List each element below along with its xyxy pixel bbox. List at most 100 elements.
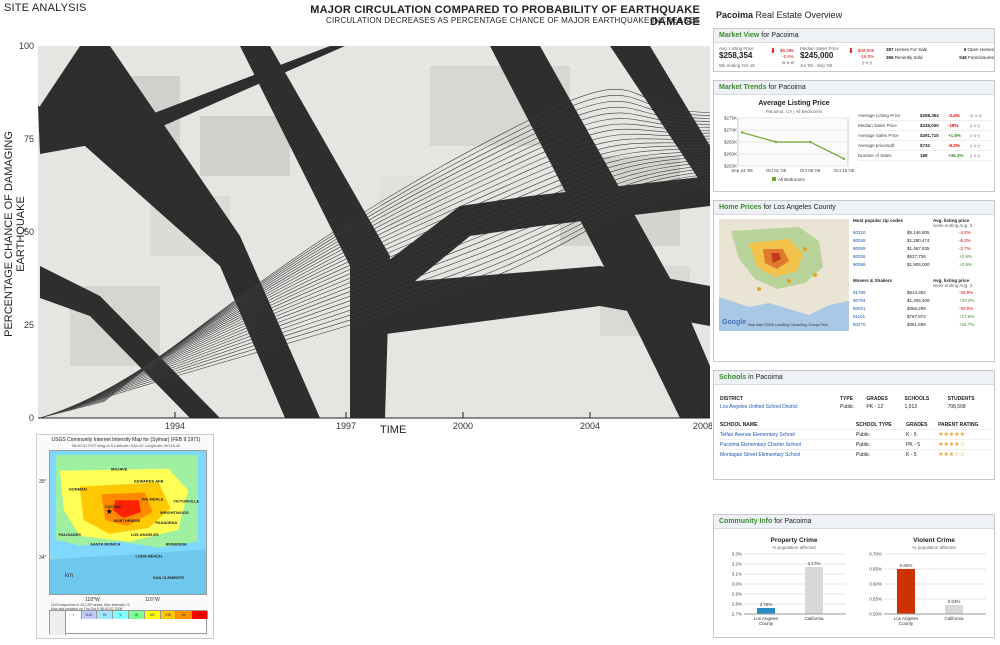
trend-stat-row: Average Sales Price $291,715 +1.8% y-o-y	[858, 131, 992, 141]
zip-link[interactable]: 90210	[853, 230, 907, 235]
zip-link[interactable]: 90069	[853, 262, 907, 267]
movers-list: 91759 $613,352 -25.9% 90704 $1,405,409 +20.3%…	[853, 288, 993, 328]
trend-stat-period: y-o-y	[970, 143, 980, 148]
trend-point[interactable]	[740, 131, 744, 134]
avg-listing-period: Wk ending Oct 15	[719, 63, 755, 68]
legend-level-cell: VI	[129, 611, 145, 619]
trend-stat-change: +36.3%	[948, 153, 964, 158]
school-table: SCHOOL NAME SCHOOL TYPE GRADES PARENT RA…	[718, 421, 992, 459]
x-tick-label: 2008	[693, 421, 712, 431]
map-place-label: SAN CLEMENTE	[153, 575, 184, 580]
trend-stat-change: +1.8%	[948, 133, 961, 138]
school-link[interactable]: Montague Street Elementary School	[718, 450, 854, 460]
zip-price: $627,736	[907, 253, 926, 259]
trend-stat-value: $291,715	[920, 133, 939, 138]
trend-point[interactable]	[842, 157, 846, 160]
x-tick-label: 2004	[580, 421, 600, 431]
crime-bar[interactable]	[897, 569, 915, 614]
market-trends-heading[interactable]: Market Trends	[719, 84, 766, 91]
zip-change: +2.6%	[959, 261, 972, 267]
zip-link[interactable]: 90049	[853, 238, 907, 243]
zip-row: 90210 $5,146,805 -4.2%	[853, 228, 993, 236]
zip-change: +2.8%	[959, 253, 972, 259]
trend-stat-change: -2.4%	[948, 113, 960, 118]
home-prices-heading[interactable]: Home Prices	[719, 204, 761, 211]
open-homes-stat[interactable]: 6 Open Homes	[964, 47, 994, 52]
schools-panel: Schools in Pacoima DISTRICT TYPE GRADES …	[713, 370, 995, 480]
legend-level-cell: VIII	[160, 611, 177, 619]
trend-y-tick: $270K	[724, 128, 737, 133]
zip-price: $1,467,835	[907, 245, 930, 251]
school-type: Public	[856, 431, 870, 438]
crime-bar[interactable]	[805, 567, 823, 614]
col-school-type: SCHOOL TYPE	[856, 422, 892, 428]
market-view-heading[interactable]: Market View	[719, 32, 759, 39]
zip-link[interactable]: 90021	[853, 306, 907, 311]
zip-link[interactable]: 90026	[853, 254, 907, 259]
trend-stat-value: $732	[920, 143, 931, 148]
community-heading[interactable]: Community Info	[719, 518, 772, 525]
zip-link[interactable]: 91759	[853, 290, 907, 295]
zip-change: -20.0%	[959, 305, 974, 311]
x-tick-label: 1997	[336, 421, 356, 431]
home-prices-panel: Home Prices for Los Angeles County Googl…	[713, 200, 995, 362]
school-link[interactable]: Telfair Avenue Elementary School	[718, 430, 854, 440]
market-view-panel: Market View for Pacoima Avg. Listing Pri…	[713, 28, 995, 72]
median-sales-value: $245,000	[800, 51, 834, 60]
school-type: Public	[856, 451, 870, 458]
bar-y-tick: 0.70%	[869, 552, 882, 557]
zip-link[interactable]: 90270	[853, 322, 907, 327]
map-place-label: MOJAVE	[111, 467, 128, 472]
school-link[interactable]: Pacoima Elementary Charter School	[718, 440, 854, 450]
foreclosures-stat[interactable]: 548 Foreclosures	[959, 55, 994, 60]
trend-stats-list: Average Listing Price $258,354 -2.4% w-o-w M…	[858, 111, 992, 161]
county-price-map[interactable]	[719, 219, 849, 331]
x-tick-label: 2000	[453, 421, 473, 431]
legend-swatch	[772, 177, 776, 181]
legend-level-cell: IX	[176, 611, 193, 619]
avg-price-period: week ending Aug. 3	[933, 283, 973, 288]
zip-row: 91759 $613,352 -25.9%	[853, 288, 993, 296]
trend-stat-change: -5.3%	[948, 143, 960, 148]
lon-label-116: 116°W	[145, 597, 160, 603]
epicenter-star-icon: ★	[106, 507, 113, 516]
bar-y-tick: 2.9%	[732, 592, 742, 597]
real-estate-title-rest: Real Estate Overview	[753, 10, 843, 20]
schools-header: Schools in Pacoima	[714, 371, 994, 385]
schools-heading[interactable]: Schools	[719, 374, 746, 381]
district-link[interactable]: Los Angeles Unified School District	[718, 403, 838, 411]
district-students: 708,568	[947, 404, 966, 410]
trend-point[interactable]	[808, 140, 812, 144]
school-grades: K - 5	[906, 431, 917, 438]
popular-zip-section: Most popular zip codes Avg. listing pric…	[853, 218, 993, 328]
page: SITE ANALYSIS MAJOR CIRCULATION COMPARED…	[0, 0, 1000, 645]
trend-y-tick: $260K	[724, 152, 737, 157]
site-title: SITE ANALYSIS	[4, 2, 87, 14]
market-trends-header: Market Trends for Pacoima	[714, 81, 994, 95]
trend-x-tick: Oct 15 '08	[834, 168, 854, 173]
median-sales-period: Jul '08 - Sep '08	[800, 63, 832, 68]
trend-x-tick: Sep 24 '08	[731, 168, 753, 173]
trend-point[interactable]	[774, 140, 778, 144]
trend-stat-period: y-o-y	[970, 153, 980, 158]
popular-zip-title: Most popular zip codes	[853, 218, 904, 223]
real-estate-title: Pacoima Real Estate Overview	[716, 10, 842, 20]
school-header-row: SCHOOL NAME SCHOOL TYPE GRADES PARENT RA…	[718, 421, 992, 430]
zip-price: $767,872	[907, 313, 926, 319]
recently-sold-stat[interactable]: 366 Recently Sold	[886, 55, 923, 60]
crime-bar[interactable]	[757, 608, 775, 614]
legend-level-cell: V	[113, 611, 129, 619]
bar-y-tick: 2.8%	[732, 602, 742, 607]
zip-row: 90704 $1,405,409 +20.3%	[853, 296, 993, 304]
zip-link[interactable]: 90704	[853, 298, 907, 303]
zip-row: 90069 $1,905,000 +2.6%	[853, 260, 993, 268]
trend-stat-value: 189	[920, 153, 928, 158]
intensity-legend: I II-III IV V VI VII VIII IX X+	[49, 610, 208, 635]
district-header-row: DISTRICT TYPE GRADES SCHOOLS STUDENTS	[718, 395, 992, 403]
homes-for-sale-stat[interactable]: 387 Homes For Sale	[886, 47, 927, 52]
school-type: Public	[856, 441, 870, 448]
zip-link[interactable]: 91101	[853, 314, 907, 319]
zip-link[interactable]: 90069	[853, 246, 907, 251]
crime-bar[interactable]	[945, 605, 963, 614]
parent-rating-stars: ★★★★★	[938, 432, 965, 438]
